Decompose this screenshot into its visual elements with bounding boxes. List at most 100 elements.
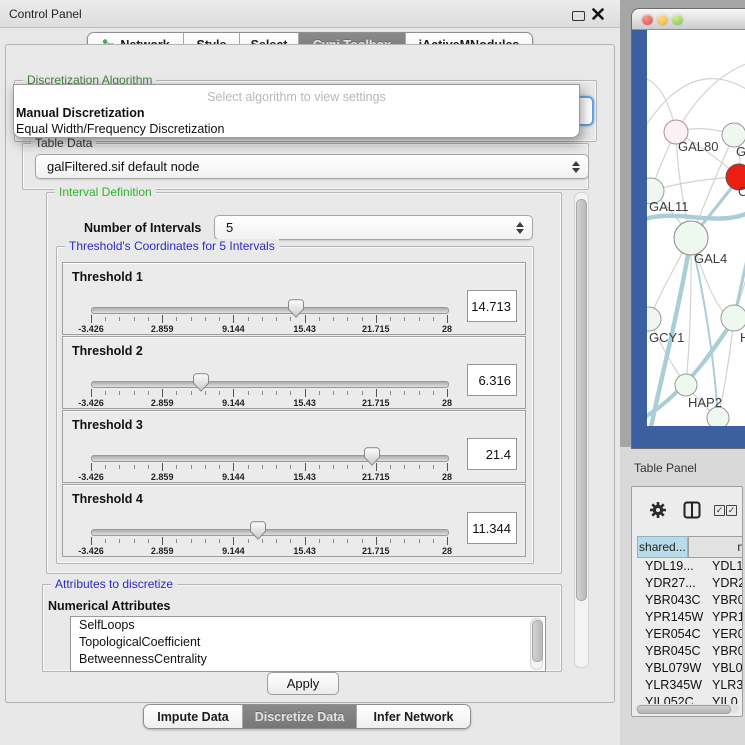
spinner-arrows-icon [516, 222, 524, 234]
threshold-value-field[interactable]: 6.316 [467, 364, 517, 396]
attribute-list-item[interactable]: SelfLoops [71, 617, 545, 634]
tick-label: 28 [442, 324, 452, 334]
table-row[interactable]: YBL079WYBL0 [637, 660, 743, 677]
table-row[interactable]: YBR045CYBR0 [637, 643, 743, 660]
table-cell[interactable]: YIL052C [637, 694, 705, 704]
tick-mark [219, 391, 220, 395]
table-row[interactable]: YBR043CYBR0 [637, 592, 743, 609]
tick-mark [276, 465, 277, 469]
network-canvas[interactable]: GAL80 G C GAL11 GAL4 GCY1 H HAP2 [647, 29, 745, 426]
threshold-3-row: Threshold 3 -3.4262.8599.14415.4321.7152… [62, 410, 526, 483]
settings-vertical-scrollbar[interactable] [574, 192, 589, 668]
gear-icon[interactable] [649, 501, 667, 519]
menu-item-equal-width-frequency[interactable]: Equal Width/Frequency Discretization [16, 122, 576, 137]
node-gal4[interactable] [674, 221, 708, 255]
slider-tick-labels: -3.4262.8599.14415.4321.71528 [91, 324, 447, 334]
table-cell[interactable]: YBL079W [637, 660, 705, 677]
scrollbar-thumb[interactable] [637, 705, 731, 714]
table-cell[interactable]: YPR1 [705, 609, 743, 626]
table-cell[interactable]: YBR0 [705, 643, 743, 660]
tick-mark [105, 317, 106, 321]
tick-label: 28 [442, 472, 452, 482]
menu-item-manual-discretization[interactable]: Manual Discretization [16, 106, 576, 121]
group-title: Threshold's Coordinates for 5 Intervals [65, 239, 279, 253]
tab-impute-data[interactable]: Impute Data [144, 705, 243, 728]
scrollbar-thumb[interactable] [576, 199, 587, 601]
slider-track[interactable] [91, 529, 449, 536]
table-cell[interactable]: YER0 [705, 626, 743, 643]
node-gcy1[interactable] [647, 307, 661, 331]
node-h[interactable] [721, 305, 745, 331]
table-cell[interactable]: YIL0 [705, 694, 738, 704]
tab-infer-network[interactable]: Infer Network [357, 705, 470, 728]
slider-track[interactable] [91, 455, 449, 462]
table-cell[interactable]: YPR145W [637, 609, 705, 626]
threshold-value-field[interactable]: 14.713 [467, 290, 517, 322]
table-row[interactable]: YLR345WYLR3 [637, 677, 743, 694]
label-gal11: GAL11 [649, 199, 689, 214]
table-row[interactable]: YDL19...YDL1 [637, 558, 743, 575]
table-row[interactable]: YER054CYER0 [637, 626, 743, 643]
tick-mark [148, 465, 149, 469]
tick-mark [276, 539, 277, 543]
scrollbar-thumb[interactable] [532, 620, 543, 662]
table-cell[interactable]: YER054C [637, 626, 705, 643]
slider-thumb[interactable] [250, 521, 266, 540]
table-cell[interactable]: YLR345W [637, 677, 705, 694]
attributes-list-scrollbar[interactable] [530, 618, 543, 670]
table-cell[interactable]: YLR3 [705, 677, 743, 694]
close-icon[interactable] [592, 8, 604, 20]
checkbox-icon[interactable]: ✓ [726, 505, 737, 516]
node-hap2[interactable] [675, 374, 697, 396]
tick-label: -3.426 [78, 398, 104, 408]
table-cell[interactable]: YBR0 [705, 592, 743, 609]
tick-mark [447, 315, 448, 323]
threshold-value-field[interactable]: 11.344 [467, 512, 517, 544]
table-cell[interactable]: YDL1 [705, 558, 743, 575]
tick-mark [333, 391, 334, 395]
tick-mark [362, 391, 363, 395]
numerical-attributes-list[interactable]: SelfLoopsTopologicalCoefficientBetweenne… [70, 616, 546, 672]
table-cell[interactable]: YDL19... [637, 558, 705, 575]
table-data-combobox[interactable]: galFiltered.sif default node [35, 154, 589, 179]
column-chooser-icon[interactable] [683, 501, 701, 519]
column-header-shared-name[interactable]: shared... [637, 536, 688, 558]
minimize-traffic-light[interactable] [657, 14, 668, 25]
tick-label: -3.426 [78, 324, 104, 334]
table-row[interactable]: YIL052CYIL0 [637, 694, 743, 704]
table-cell[interactable]: YBR043C [637, 592, 705, 609]
table-row[interactable]: YDR27...YDR2 [637, 575, 743, 592]
tick-mark [248, 317, 249, 321]
slider-track[interactable] [91, 307, 449, 314]
attribute-list-item[interactable]: TopologicalCoefficient [71, 634, 545, 651]
table-cell[interactable]: YBR045C [637, 643, 705, 660]
slider-thumb[interactable] [364, 447, 380, 466]
apply-button[interactable]: Apply [267, 672, 339, 695]
slider-track[interactable] [91, 381, 449, 388]
attribute-list-item[interactable]: BetweennessCentrality [71, 651, 545, 668]
table-horizontal-scrollbar[interactable] [635, 704, 739, 713]
tick-mark [134, 539, 135, 543]
checkbox-icon[interactable]: ✓ [714, 505, 725, 516]
threshold-value-field[interactable]: 21.4 [467, 438, 517, 470]
close-traffic-light[interactable] [642, 14, 653, 25]
tick-mark [305, 463, 306, 471]
float-window-icon[interactable] [572, 11, 585, 21]
zoom-traffic-light[interactable] [672, 14, 683, 25]
column-header-name[interactable]: n [688, 536, 743, 558]
tick-mark [262, 465, 263, 469]
table-cell[interactable]: YDR2 [705, 575, 743, 592]
number-of-intervals-spinner[interactable]: 5 [214, 215, 533, 240]
slider-thumb[interactable] [288, 299, 304, 318]
tick-mark [347, 465, 348, 469]
tick-label: 15.43 [293, 398, 316, 408]
tab-discretize-data[interactable]: Discretize Data [243, 705, 357, 728]
table-cell[interactable]: YBL0 [705, 660, 743, 677]
algorithm-combo-edge[interactable] [580, 96, 594, 126]
tick-mark [319, 391, 320, 395]
table-row[interactable]: YPR145WYPR1 [637, 609, 743, 626]
table-cell[interactable]: YDR27... [637, 575, 705, 592]
tick-mark [219, 317, 220, 321]
slider-thumb[interactable] [193, 373, 209, 392]
group-title: Table Data [31, 136, 96, 150]
